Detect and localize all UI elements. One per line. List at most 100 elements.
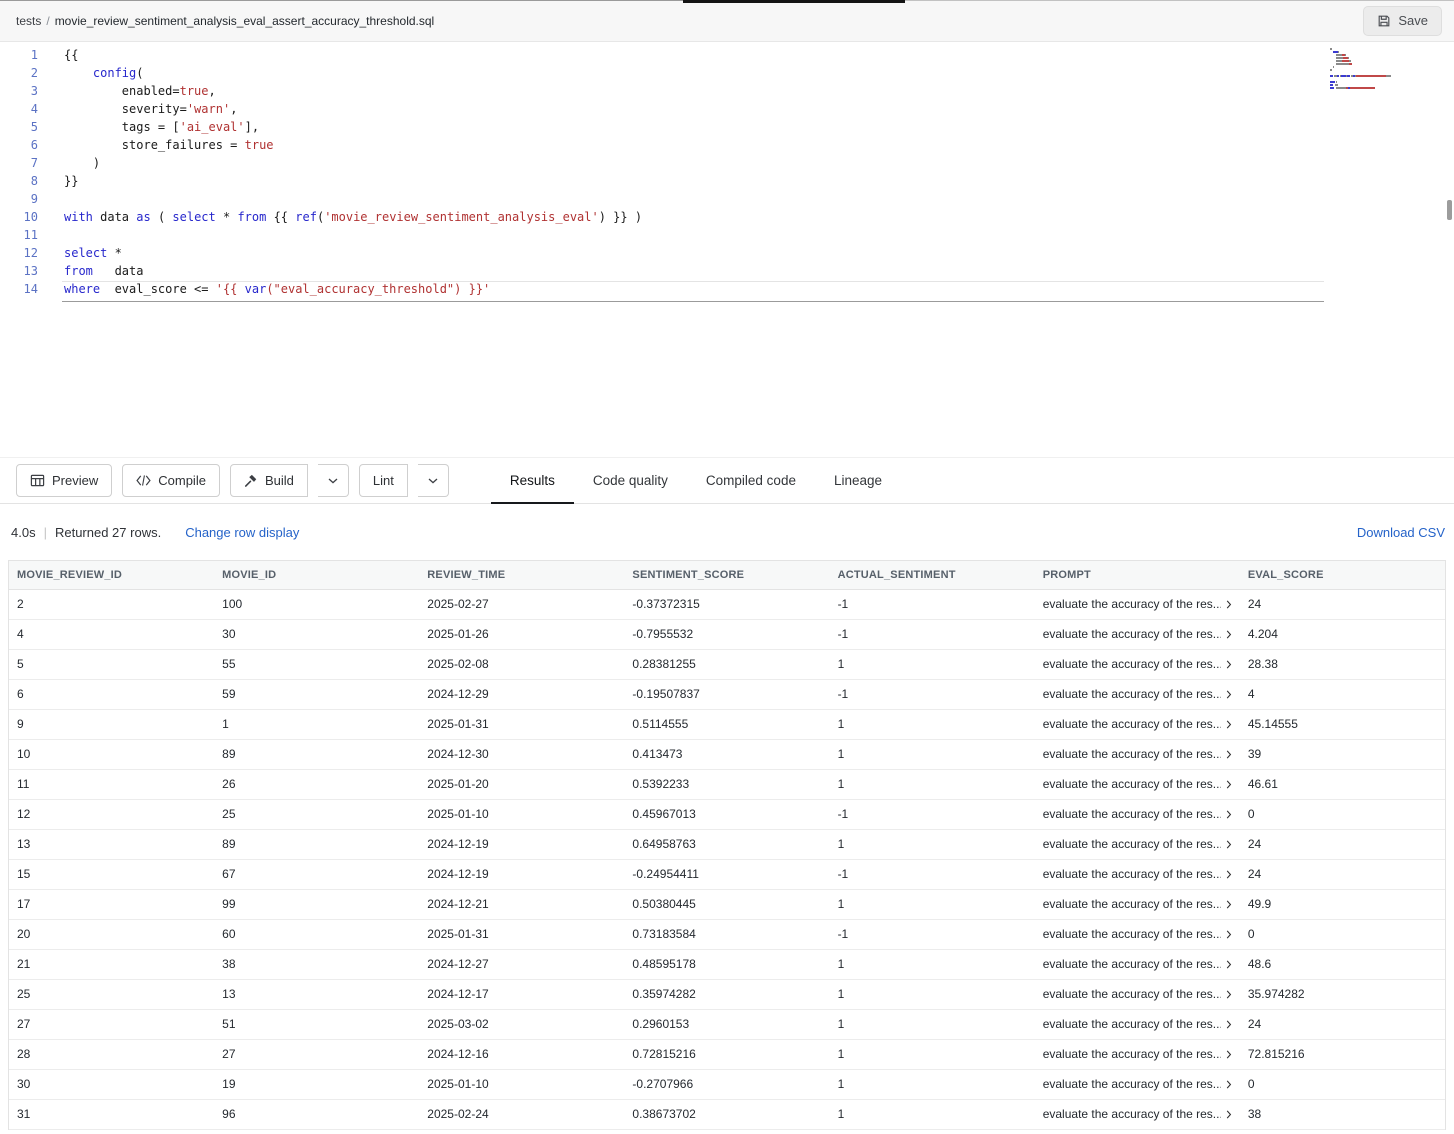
cell-review_time: 2025-01-20 [419,769,624,799]
minimap-line [1330,81,1442,83]
code-editor[interactable]: 1234567891011121314 {{ config( enabled=t… [0,42,1454,457]
tab-results[interactable]: Results [491,458,574,503]
column-header-prompt: PROMPT [1035,561,1240,589]
compile-code-icon [136,475,151,486]
lint-button[interactable]: Lint [359,464,408,497]
minimap-line [1330,48,1442,50]
lint-dropdown-toggle[interactable] [418,464,449,497]
editor-code[interactable]: {{ config( enabled=true, severity='warn'… [64,48,1454,457]
breadcrumb-folder[interactable]: tests [16,14,41,28]
table-row: 20602025-01-310.73183584-1evaluate the a… [9,919,1445,949]
cell-movie_id: 25 [214,799,419,829]
cell-movie_review_id: 11 [9,769,214,799]
cell-movie_review_id: 4 [9,619,214,649]
top-edge-tab-marker [683,0,905,3]
expand-cell-icon[interactable] [1226,690,1232,699]
code-line[interactable]: {{ [64,48,1454,66]
cell-movie_review_id: 31 [9,1099,214,1129]
tab-lineage[interactable]: Lineage [815,458,901,503]
code-line[interactable]: }} [64,174,1454,192]
editor-gutter: 1234567891011121314 [0,48,44,457]
expand-cell-icon[interactable] [1226,750,1232,759]
preview-table-icon [30,473,45,488]
query-duration: 4.0s [11,525,36,540]
compile-button[interactable]: Compile [122,464,220,497]
editor-scrollbar-thumb[interactable] [1447,200,1452,220]
cell-eval_score: 24 [1240,859,1445,889]
expand-cell-icon[interactable] [1226,780,1232,789]
cell-sentiment_score: -0.24954411 [624,859,829,889]
tab-label: Code quality [593,473,668,488]
cell-movie_review_id: 30 [9,1069,214,1099]
expand-cell-icon[interactable] [1226,900,1232,909]
results-table-container: MOVIE_REVIEW_IDMOVIE_IDREVIEW_TIMESENTIM… [8,560,1446,1130]
download-csv-link[interactable]: Download CSV [1357,525,1445,540]
cell-actual_sentiment: 1 [830,829,1035,859]
expand-cell-icon[interactable] [1226,810,1232,819]
code-line[interactable]: where eval_score <= '{{ var("eval_accura… [64,282,1454,300]
cell-sentiment_score: -0.37372315 [624,589,829,619]
build-button[interactable]: Build [230,464,308,497]
table-row: 17992024-12-210.503804451evaluate the ac… [9,889,1445,919]
minimap-line [1330,54,1442,56]
column-header-actual_sentiment: ACTUAL_SENTIMENT [830,561,1035,589]
table-body: 21002025-02-27-0.37372315-1evaluate the … [9,589,1445,1129]
cell-actual_sentiment: 1 [830,1069,1035,1099]
expand-cell-icon[interactable] [1226,660,1232,669]
cell-actual_sentiment: -1 [830,589,1035,619]
code-line[interactable]: from data [64,264,1454,282]
prompt-text: evaluate the accuracy of the res... [1043,987,1221,1001]
cell-eval_score: 0 [1240,1069,1445,1099]
code-line[interactable]: select * [64,246,1454,264]
expand-cell-icon[interactable] [1226,960,1232,969]
preview-button[interactable]: Preview [16,464,112,497]
expand-cell-icon[interactable] [1226,1110,1232,1119]
cell-movie_id: 26 [214,769,419,799]
change-row-display-link[interactable]: Change row display [185,525,299,540]
code-line[interactable]: enabled=true, [64,84,1454,102]
editor-minimap[interactable] [1330,48,1442,90]
save-button[interactable]: Save [1363,6,1442,36]
code-line[interactable]: store_failures = true [64,138,1454,156]
code-line[interactable]: tags = ['ai_eval'], [64,120,1454,138]
code-line[interactable]: severity='warn', [64,102,1454,120]
prompt-text: evaluate the accuracy of the res... [1043,897,1221,911]
code-line[interactable]: with data as ( select * from {{ ref('mov… [64,210,1454,228]
tab-code-quality[interactable]: Code quality [574,458,687,503]
prompt-text: evaluate the accuracy of the res... [1043,1077,1221,1091]
expand-cell-icon[interactable] [1226,930,1232,939]
cell-sentiment_score: 0.38673702 [624,1099,829,1129]
expand-cell-icon[interactable] [1226,1020,1232,1029]
column-header-review_time: REVIEW_TIME [419,561,624,589]
cell-movie_id: 59 [214,679,419,709]
line-number: 4 [0,102,44,120]
expand-cell-icon[interactable] [1226,720,1232,729]
expand-cell-icon[interactable] [1226,990,1232,999]
cell-review_time: 2025-03-02 [419,1009,624,1039]
tab-compiled-code[interactable]: Compiled code [687,458,815,503]
cell-sentiment_score: 0.48595178 [624,949,829,979]
expand-cell-icon[interactable] [1226,600,1232,609]
line-number: 14 [0,282,44,300]
cell-prompt: evaluate the accuracy of the res... [1035,949,1240,979]
prompt-text: evaluate the accuracy of the res... [1043,1107,1221,1121]
cell-review_time: 2024-12-16 [419,1039,624,1069]
code-line[interactable]: ) [64,156,1454,174]
expand-cell-icon[interactable] [1226,870,1232,879]
table-row: 5552025-02-080.283812551evaluate the acc… [9,649,1445,679]
code-line[interactable] [64,192,1454,210]
build-dropdown-toggle[interactable] [318,464,349,497]
cell-eval_score: 38 [1240,1099,1445,1129]
line-number: 5 [0,120,44,138]
expand-cell-icon[interactable] [1226,840,1232,849]
prompt-text: evaluate the accuracy of the res... [1043,1047,1221,1061]
expand-cell-icon[interactable] [1226,630,1232,639]
cell-eval_score: 0 [1240,919,1445,949]
code-line[interactable] [64,228,1454,246]
expand-cell-icon[interactable] [1226,1050,1232,1059]
status-separator: | [44,525,47,540]
expand-cell-icon[interactable] [1226,1080,1232,1089]
code-line[interactable]: config( [64,66,1454,84]
cell-review_time: 2024-12-30 [419,739,624,769]
cell-actual_sentiment: 1 [830,1099,1035,1129]
